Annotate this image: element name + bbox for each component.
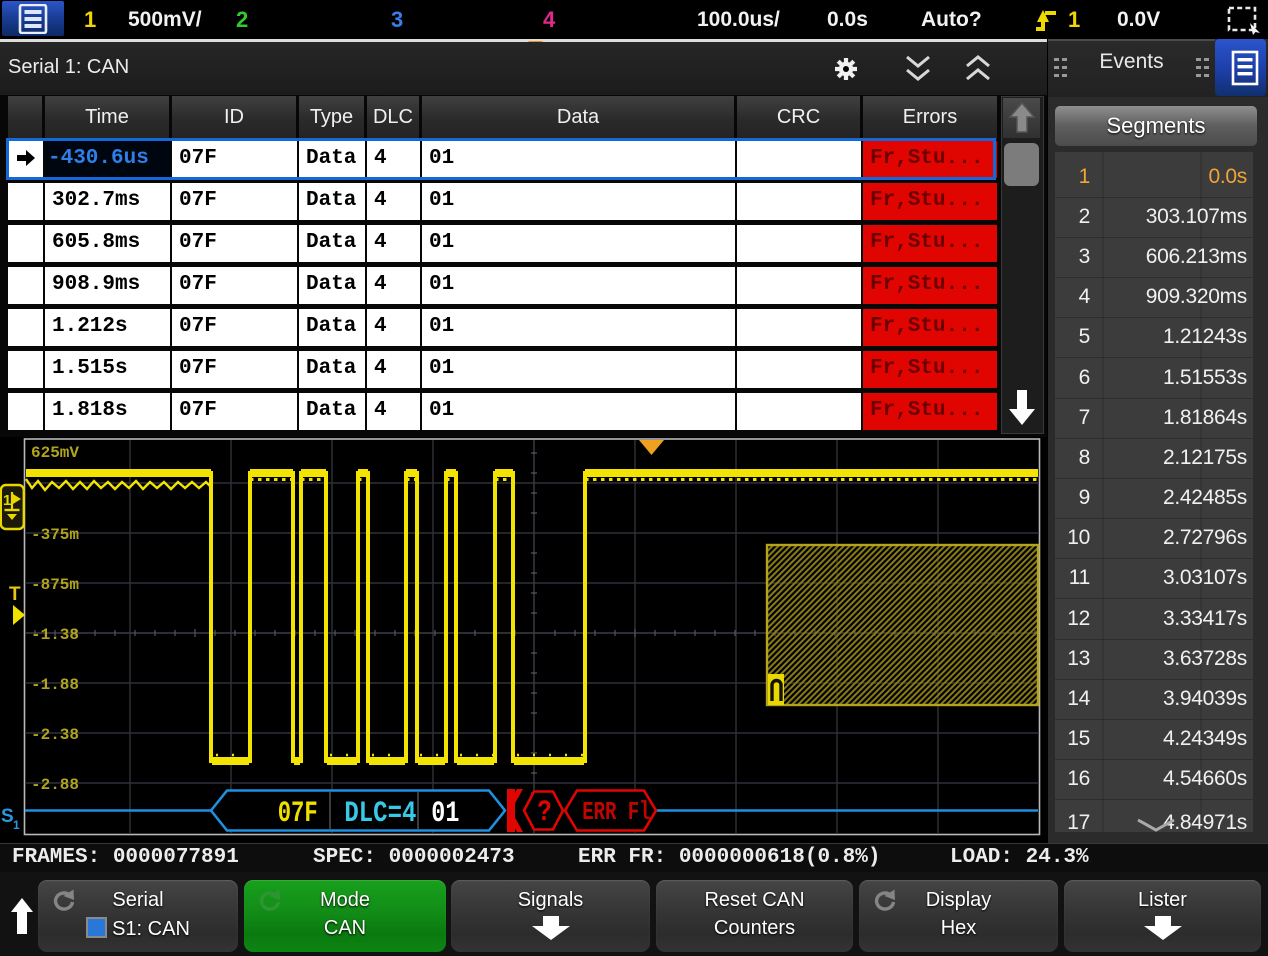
svg-text:-1.38: -1.38 [31,626,79,644]
svg-text:1: 1 [13,818,20,832]
svg-text:-1.88: -1.88 [31,676,79,694]
svg-text:ERR Fl: ERR Fl [582,797,650,827]
svg-text:-875m: -875m [31,576,79,594]
svg-text:-2.88: -2.88 [31,776,79,794]
svg-text:-375m: -375m [31,526,79,544]
svg-text:S: S [1,806,14,827]
svg-text:?: ? [537,796,551,830]
svg-text:01: 01 [431,798,459,831]
svg-text:DLC=4: DLC=4 [344,797,416,831]
svg-text:T: T [9,584,21,605]
svg-text:07F: 07F [278,796,318,830]
svg-text:625mV: 625mV [31,444,79,462]
svg-text:-2.38: -2.38 [31,726,79,744]
svg-text:1: 1 [3,492,11,509]
